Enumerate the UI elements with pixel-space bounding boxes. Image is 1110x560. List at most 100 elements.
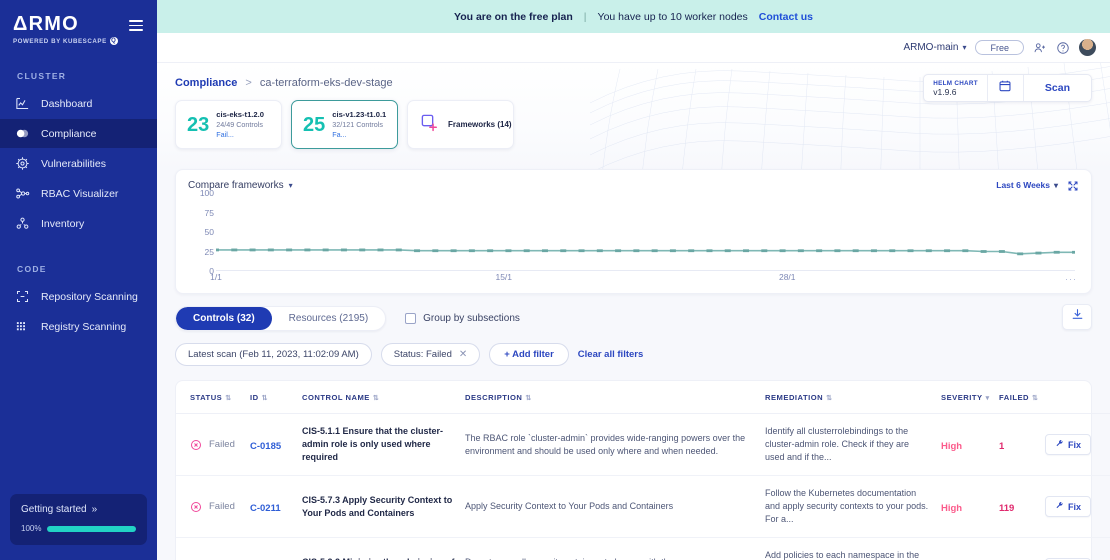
framework-card-cis-v123[interactable]: 25 cis-v1.23-t1.0.1 32/121 Controls Fa..… xyxy=(291,100,398,149)
time-range-label: Last 6 Weeks xyxy=(996,180,1050,190)
controls-table: STATUS⇅ ID⇅ CONTROL NAME⇅ DESCRIPTION⇅ R… xyxy=(175,380,1092,560)
time-range-dropdown[interactable]: Last 6 Weeks ▾ xyxy=(996,180,1058,190)
sort-icon: ⇅ xyxy=(373,395,379,402)
group-by-subsections-toggle[interactable]: Group by subsections xyxy=(405,313,520,324)
scan-controls: HELM CHART v1.9.6 Scan xyxy=(923,74,1092,102)
cell-fix: Fix xyxy=(1045,414,1110,476)
table-row[interactable]: Failed C-0211 CIS-5.7.3 Apply Security C… xyxy=(176,476,1110,538)
column-header-control-name[interactable]: CONTROL NAME⇅ xyxy=(302,381,465,414)
framework-controls-count: 24/49 Controls xyxy=(216,120,263,129)
column-label: SEVERITY xyxy=(941,393,983,402)
help-circle-icon[interactable] xyxy=(1056,41,1070,55)
table-row[interactable]: Failed C-0185 CIS-5.1.1 Ensure that the … xyxy=(176,414,1110,476)
framework-card-cis-eks[interactable]: 23 cis-eks-t1.2.0 24/49 Controls Fail... xyxy=(175,100,282,149)
framework-failed-label: Fa... xyxy=(332,130,346,139)
logo-subtitle-text: POWERED BY KUBESCAPE xyxy=(13,38,107,45)
sidebar-item-label: Repository Scanning xyxy=(41,291,138,303)
helm-chart-button[interactable]: HELM CHART v1.9.6 xyxy=(924,75,987,101)
add-filter-button[interactable]: + Add filter xyxy=(489,343,569,366)
sidebar-item-inventory[interactable]: Inventory xyxy=(0,209,157,238)
sidebar-item-label: RBAC Visualizer xyxy=(41,188,118,200)
add-framework-card[interactable]: Frameworks (14) xyxy=(407,100,514,149)
column-header-id[interactable]: ID⇅ xyxy=(250,381,302,414)
column-header-severity[interactable]: SEVERITY▾ xyxy=(941,381,999,414)
framework-score: 25 xyxy=(303,115,325,135)
sidebar-item-dashboard[interactable]: Dashboard xyxy=(0,89,157,118)
chart-body: 0255075100 1/115/128/1 ··· xyxy=(188,193,1079,285)
filter-chip-status[interactable]: Status: Failed ✕ xyxy=(381,343,480,366)
sidebar-item-repository-scanning[interactable]: Repository Scanning xyxy=(0,282,157,311)
severity-label: High xyxy=(941,503,962,514)
breadcrumb-root[interactable]: Compliance xyxy=(175,77,237,89)
column-label: STATUS xyxy=(190,393,222,402)
cell-remediation: Identify all clusterrolebindings to the … xyxy=(765,414,941,476)
control-id-link[interactable]: C-0185 xyxy=(250,441,281,452)
column-header-remediation[interactable]: REMEDIATION⇅ xyxy=(765,381,941,414)
chart-x-axis: 1/115/128/1 xyxy=(216,272,1075,285)
chevron-down-icon: ▾ xyxy=(1054,181,1058,190)
sidebar-item-rbac-visualizer[interactable]: RBAC Visualizer xyxy=(0,179,157,208)
sidebar-item-label: Vulnerabilities xyxy=(41,158,106,170)
tab-controls[interactable]: Controls (32) xyxy=(176,307,272,330)
getting-started-panel[interactable]: Getting started » 100% xyxy=(10,494,147,545)
framework-controls-count: 32/121 Controls xyxy=(332,120,383,129)
table-row[interactable]: Failed C-0193 CIS-5.2.2 Minimize the adm… xyxy=(176,538,1110,560)
cell-description: Apply Security Context to Your Pods and … xyxy=(465,476,765,538)
sort-icon: ⇅ xyxy=(225,395,231,402)
clear-all-filters-link[interactable]: Clear all filters xyxy=(578,349,643,360)
column-label: FAILED xyxy=(999,393,1029,402)
chart-overflow-icon[interactable]: ··· xyxy=(1065,274,1077,284)
cell-fix: Fix xyxy=(1045,476,1110,538)
hamburger-menu-icon[interactable] xyxy=(129,20,143,31)
chevron-right-icon: » xyxy=(92,504,98,515)
sidebar-item-vulnerabilities[interactable]: Vulnerabilities xyxy=(0,149,157,178)
getting-started-title: Getting started » xyxy=(21,504,136,515)
filter-chip-label: Status: Failed xyxy=(394,349,452,360)
add-user-icon[interactable] xyxy=(1033,41,1047,55)
cell-severity: High xyxy=(941,476,999,538)
filters-row: Latest scan (Feb 11, 2023, 11:02:09 AM) … xyxy=(157,331,1110,366)
contact-us-link[interactable]: Contact us xyxy=(759,11,813,23)
sidebar-section-code: CODE xyxy=(0,264,157,274)
free-plan-text: You are on the free plan xyxy=(454,11,573,23)
framework-score: 23 xyxy=(187,115,209,135)
sidebar-item-label: Registry Scanning xyxy=(41,321,126,333)
checkbox-icon[interactable] xyxy=(405,313,416,324)
chart-y-tick: 50 xyxy=(205,227,214,237)
status-label: Failed xyxy=(209,439,235,450)
avatar[interactable] xyxy=(1079,39,1096,56)
column-label: CONTROL NAME xyxy=(302,393,370,402)
fix-label: Fix xyxy=(1068,440,1081,450)
column-header-description[interactable]: DESCRIPTION⇅ xyxy=(465,381,765,414)
severity-label: High xyxy=(941,441,962,452)
column-header-failed[interactable]: FAILED⇅ xyxy=(999,381,1045,414)
scan-button[interactable]: Scan xyxy=(1024,75,1091,101)
download-button[interactable] xyxy=(1062,304,1092,330)
chart-line-series xyxy=(216,193,1075,271)
inventory-icon xyxy=(14,216,30,232)
status-label: Failed xyxy=(209,501,235,512)
framework-meta: cis-eks-t1.2.0 24/49 Controls Fail... xyxy=(216,110,281,140)
wrench-icon xyxy=(1055,439,1064,450)
fix-button[interactable]: Fix xyxy=(1045,496,1091,517)
tab-resources[interactable]: Resources (2195) xyxy=(272,307,385,330)
control-remediation: Identify all clusterrolebindings to the … xyxy=(765,425,931,464)
filter-chip-latest-scan[interactable]: Latest scan (Feb 11, 2023, 11:02:09 AM) xyxy=(175,343,372,366)
close-icon[interactable]: ✕ xyxy=(459,349,467,360)
column-header-status[interactable]: STATUS⇅ xyxy=(176,381,250,414)
control-name: CIS-5.2.2 Minimize the admission of priv… xyxy=(302,556,455,560)
expand-icon[interactable] xyxy=(1067,179,1079,191)
control-remediation: Follow the Kubernetes documentation and … xyxy=(765,487,931,526)
wrench-icon xyxy=(1055,501,1064,512)
table-header-row: STATUS⇅ ID⇅ CONTROL NAME⇅ DESCRIPTION⇅ R… xyxy=(176,381,1110,414)
account-selector[interactable]: ARMO-main ▾ xyxy=(903,42,966,53)
sidebar-item-registry-scanning[interactable]: Registry Scanning xyxy=(0,312,157,341)
fix-button[interactable]: Fix xyxy=(1045,434,1091,455)
calendar-button[interactable] xyxy=(988,75,1023,101)
chart-x-tick: 1/1 xyxy=(210,272,222,282)
control-id-link[interactable]: C-0211 xyxy=(250,503,281,514)
chevron-down-icon: ▾ xyxy=(289,181,293,190)
chart-header: Compare frameworks ▾ Last 6 Weeks ▾ xyxy=(188,179,1079,191)
plan-badge[interactable]: Free xyxy=(975,40,1024,55)
sidebar-item-compliance[interactable]: Compliance xyxy=(0,119,157,148)
